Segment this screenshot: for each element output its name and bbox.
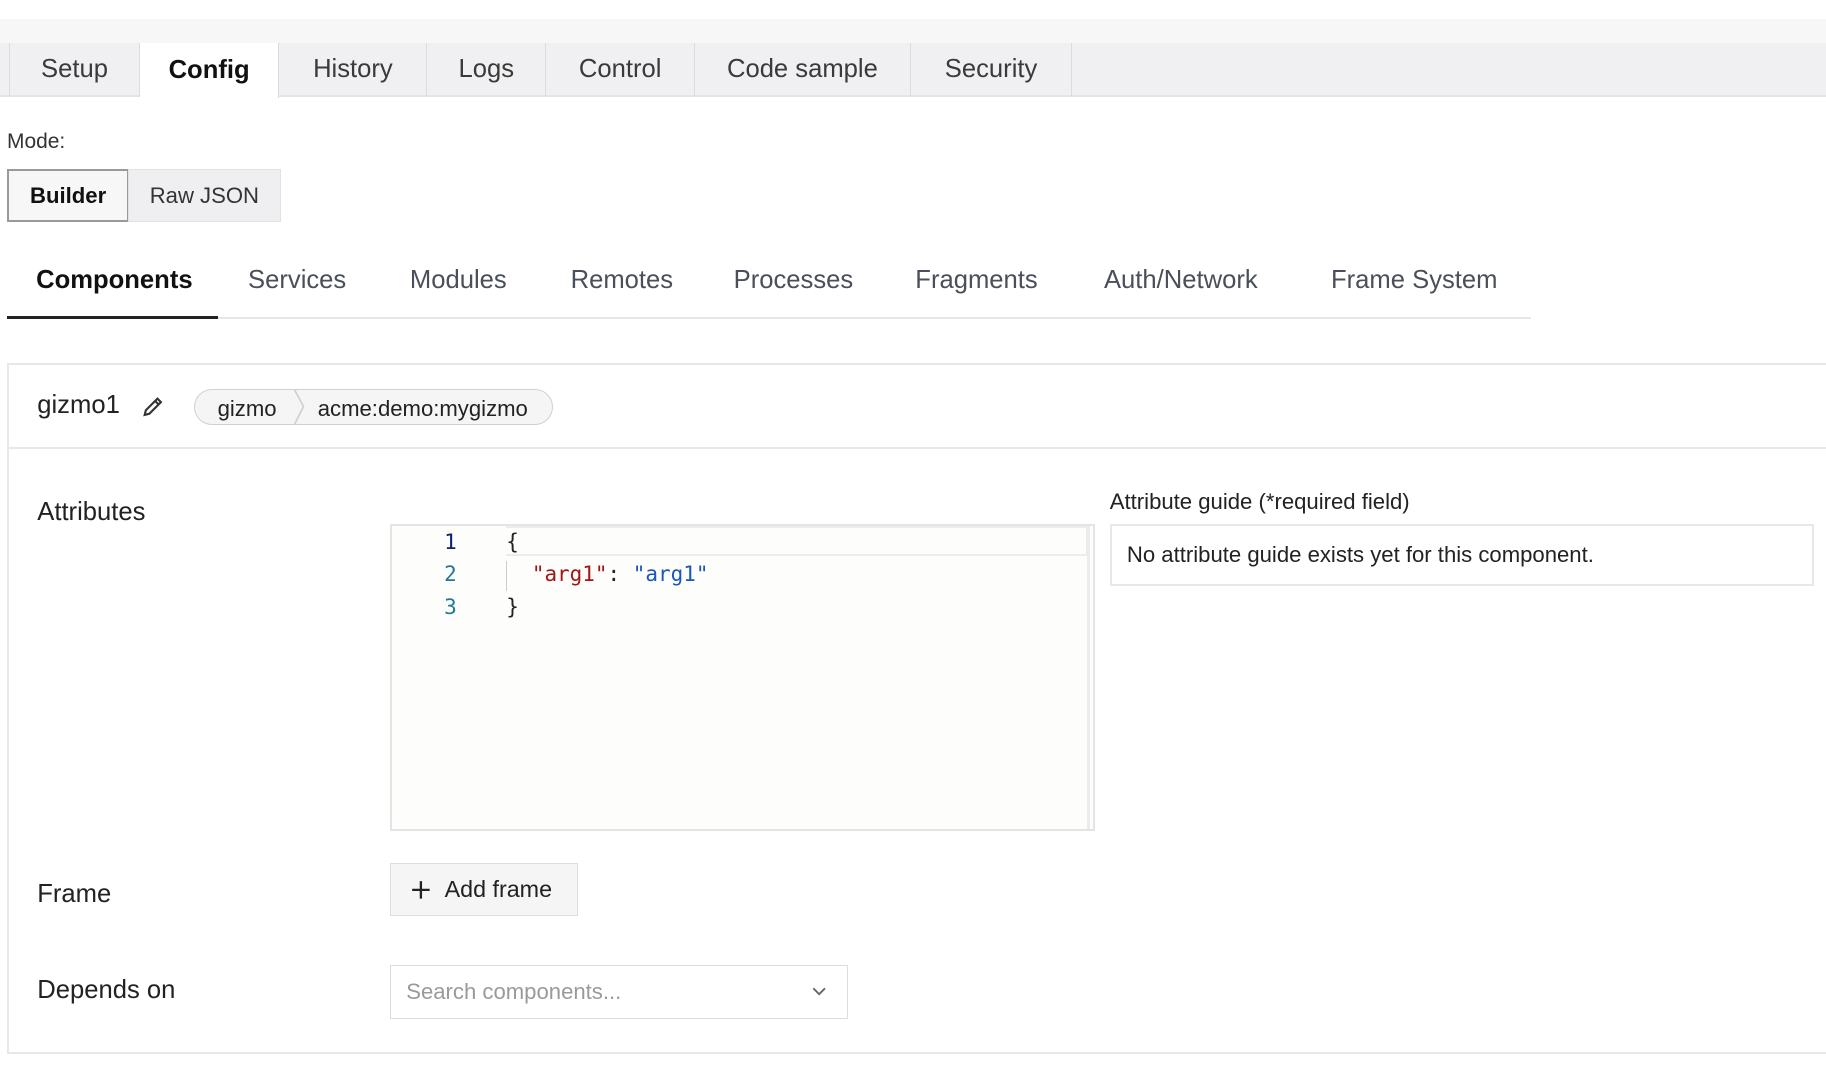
tab-setup[interactable]: Setup (9, 43, 140, 97)
tab-history[interactable]: History (279, 43, 428, 97)
component-name: gizmo1 (37, 391, 120, 420)
chip-separator-icon (293, 388, 305, 425)
attributes-json-editor[interactable]: 1 2 3 { "arg1": "arg1" } (390, 524, 1095, 832)
mode-builder-button[interactable]: Builder (6, 168, 130, 223)
active-subtab-underline (6, 315, 218, 320)
editor-scrollbar[interactable] (1087, 526, 1090, 829)
line-number: 2 (444, 562, 457, 587)
subtab-frame-system[interactable]: Frame System (1331, 266, 1498, 295)
mode-raw-json-button[interactable]: Raw JSON (128, 168, 281, 223)
pencil-icon[interactable] (140, 394, 166, 425)
component-header-divider (6, 447, 1826, 450)
attribute-guide-text: No attribute guide exists yet for this c… (1126, 542, 1594, 568)
json-colon: : (607, 562, 633, 587)
code-open-brace: { (506, 529, 519, 554)
depends-on-placeholder: Search components... (406, 979, 622, 1005)
subtab-divider (6, 316, 1532, 320)
mode-label: Mode: (6, 130, 66, 154)
json-key: "arg1" (531, 562, 608, 587)
tab-config[interactable]: Config (139, 43, 280, 98)
subtab-remotes[interactable]: Remotes (571, 266, 673, 295)
frame-label: Frame (37, 880, 112, 909)
subtab-services[interactable]: Services (248, 266, 346, 295)
subtab-processes[interactable]: Processes (734, 266, 854, 295)
subtab-fragments[interactable]: Fragments (915, 266, 1037, 295)
tab-code-sample[interactable]: Code sample (695, 43, 911, 97)
plus-icon (412, 880, 430, 899)
json-value: "arg1" (632, 562, 709, 587)
active-line-highlight (506, 526, 1089, 557)
top-band (0, 18, 1826, 44)
attribute-guide-label: Attribute guide (*required field) (1109, 489, 1410, 515)
code-line-2: "arg1": "arg1" (532, 562, 709, 586)
chevron-down-icon[interactable] (811, 986, 827, 998)
component-type-chip: gizmo acme:demo:mygizmo (194, 388, 554, 426)
subtab-auth-network[interactable]: Auth/Network (1104, 266, 1258, 295)
tab-control[interactable]: Control (546, 43, 696, 97)
line-number: 3 (444, 594, 457, 619)
add-frame-button[interactable]: Add frame (390, 862, 578, 917)
subtab-components[interactable]: Components (36, 266, 193, 295)
depends-on-search-select[interactable]: Search components... (390, 965, 848, 1019)
subtab-modules[interactable]: Modules (410, 266, 507, 295)
chip-api: gizmo (217, 395, 277, 421)
attribute-guide-box: No attribute guide exists yet for this c… (1109, 524, 1815, 586)
add-frame-label: Add frame (444, 876, 553, 903)
line-number: 1 (444, 529, 457, 554)
tab-security[interactable]: Security (911, 43, 1073, 97)
tab-logs[interactable]: Logs (427, 43, 547, 97)
indent-guide (506, 560, 508, 592)
attributes-label: Attributes (37, 498, 146, 527)
depends-on-label: Depends on (37, 975, 176, 1004)
code-close-brace: } (506, 594, 519, 619)
chip-model: acme:demo:mygizmo (317, 395, 528, 421)
